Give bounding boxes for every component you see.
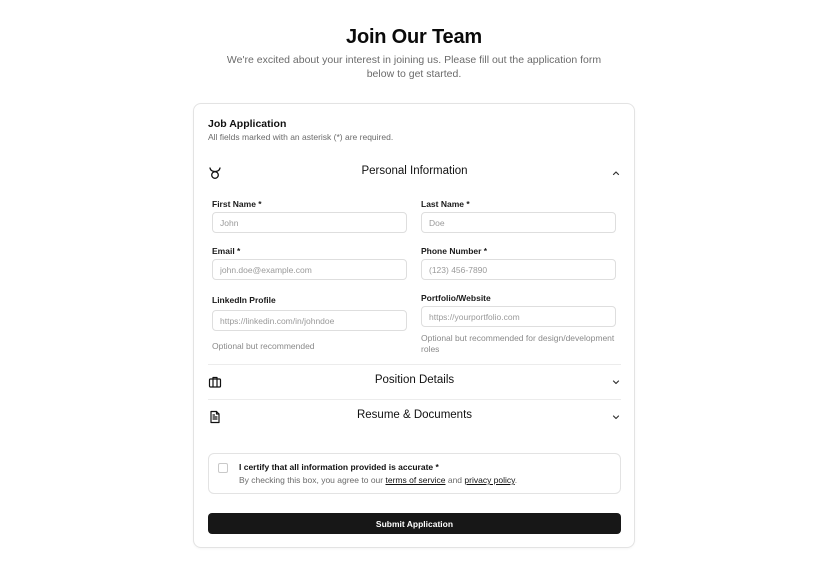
page-subtitle: We're excited about your interest in joi…	[226, 54, 602, 80]
portfolio-hint: Optional but recommended for design/deve…	[421, 333, 615, 354]
phone-label: Phone Number *	[421, 246, 488, 256]
first-name-input[interactable]	[212, 212, 407, 233]
section-header-personal[interactable]: Personal Information	[208, 163, 621, 183]
email-input[interactable]	[212, 259, 407, 280]
certify-box: I certify that all information provided …	[208, 453, 621, 494]
section-header-position[interactable]: Position Details	[208, 372, 621, 392]
last-name-input[interactable]	[421, 212, 616, 233]
chevron-down-icon	[612, 415, 620, 420]
linkedin-hint: Optional but recommended	[212, 341, 315, 351]
certify-desc-prefix: By checking this box, you agree to our	[239, 475, 386, 485]
certify-desc-middle: and	[445, 475, 465, 485]
submit-application-button[interactable]: Submit Application	[208, 513, 621, 534]
terms-of-service-link[interactable]: terms of service	[385, 475, 445, 485]
last-name-label: Last Name *	[421, 199, 470, 209]
certify-checkbox[interactable]	[218, 463, 228, 473]
chevron-down-icon	[612, 380, 620, 385]
section-label-resume: Resume & Documents	[356, 409, 473, 421]
certify-label: I certify that all information provided …	[239, 462, 439, 472]
portfolio-input[interactable]	[421, 306, 616, 327]
first-name-label: First Name *	[212, 199, 262, 209]
portfolio-label: Portfolio/Website	[421, 293, 491, 303]
certify-description: By checking this box, you agree to our t…	[239, 475, 517, 485]
job-application-card: Job Application All fields marked with a…	[193, 103, 635, 548]
section-divider	[208, 399, 621, 400]
linkedin-label: LinkedIn Profile	[212, 295, 276, 305]
chevron-up-icon	[612, 171, 620, 176]
section-label-position: Position Details	[374, 374, 455, 386]
section-label-personal: Personal Information	[361, 165, 468, 177]
form-description: All fields marked with an asterisk (*) a…	[208, 132, 394, 142]
linkedin-input[interactable]	[212, 310, 407, 331]
email-label: Email *	[212, 246, 241, 256]
section-header-resume[interactable]: Resume & Documents	[208, 407, 621, 427]
page-title: Join Our Team	[346, 26, 482, 48]
form-title: Job Application	[208, 118, 287, 130]
phone-input[interactable]	[421, 259, 616, 280]
certify-desc-suffix: .	[514, 475, 518, 485]
section-divider	[208, 364, 621, 365]
privacy-policy-link[interactable]: privacy policy	[464, 475, 514, 485]
